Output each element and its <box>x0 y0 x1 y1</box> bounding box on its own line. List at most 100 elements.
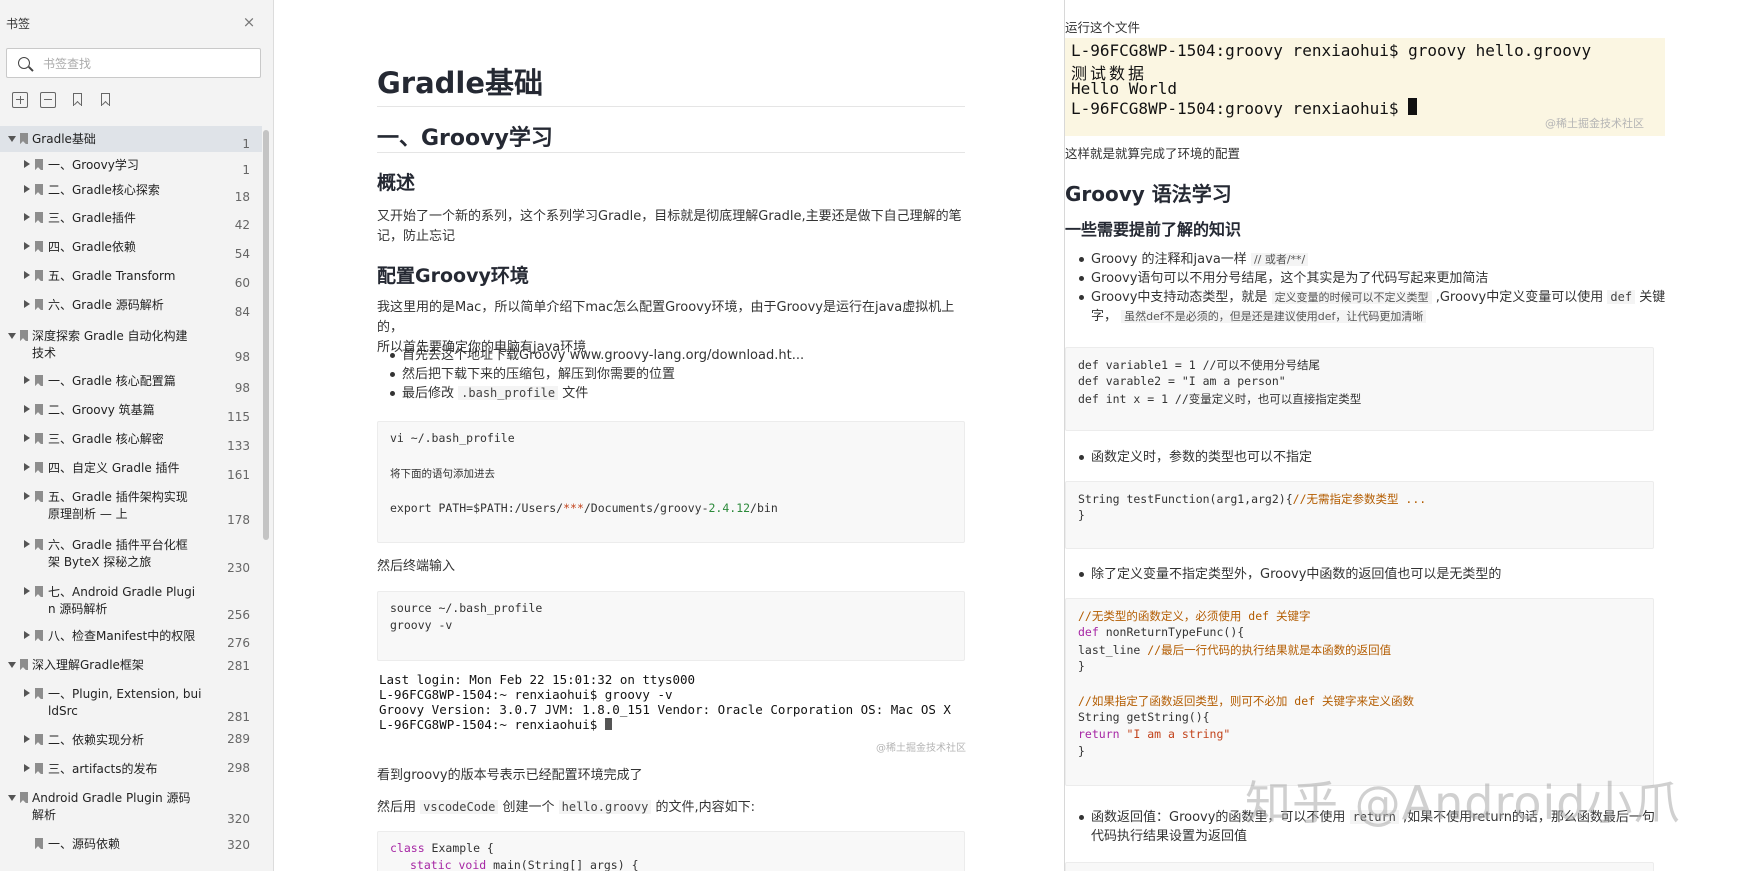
bookmark-item[interactable]: Gradle基础 1 <box>0 126 262 152</box>
code-block: def variable1 = 1 //可以不使用分号结尾 def varabl… <box>1065 347 1654 431</box>
paragraph: 又开始了一个新的系列，这个系列学习Gradle，目标就是彻底理解Gradle,主… <box>377 209 962 244</box>
bookmark-item[interactable]: 八、检查Manifest中的权限 276 <box>0 625 262 654</box>
expand-arrow-icon[interactable] <box>24 764 30 772</box>
bookmark-item[interactable]: 二、依赖实现分析 289 <box>0 729 262 758</box>
bookmark-item[interactable]: 一、源码依赖 320 <box>0 833 262 862</box>
bookmark-icon <box>35 241 43 252</box>
code-block: //无类型的函数定义，必须使用 def 关键字 def nonReturnTyp… <box>1065 598 1654 786</box>
expand-arrow-icon[interactable] <box>24 434 30 442</box>
bookmark-item[interactable]: 一、Gradle 核心配置篇 98 <box>0 370 262 399</box>
bookmark-item[interactable]: 一、Plugin, Extension, bui ldSrc 281 <box>0 683 262 729</box>
bookmark-item[interactable]: 三、Gradle 核心解密 133 <box>0 428 262 457</box>
document-page-left: Gradle基础 一、Groovy学习 概述 又开始了一个新的系列，这个系列学习… <box>275 0 1064 871</box>
expand-arrow-icon[interactable] <box>24 300 30 308</box>
paragraph: 看到groovy的版本号表示已经配置环境完成了 <box>377 768 643 783</box>
bookmark-item[interactable]: 五、Gradle Transform 60 <box>0 265 262 294</box>
section-heading: 一、Groovy学习 <box>377 126 553 151</box>
bookmark-item[interactable]: 一、Groovy学习 1 <box>0 152 262 178</box>
collapse-all-icon[interactable] <box>40 92 56 108</box>
bookmark-add-icon[interactable] <box>98 92 114 108</box>
bookmark-icon <box>35 159 43 170</box>
close-icon[interactable]: × <box>240 13 258 31</box>
subsection-heading: 一些需要提前了解的知识 <box>1065 220 1242 239</box>
bookmark-icon <box>35 184 43 195</box>
expand-all-icon[interactable] <box>12 92 28 108</box>
list-item: 最后修改 .bash_profile 文件 <box>388 384 978 403</box>
bookmark-search-input[interactable] <box>43 54 253 74</box>
expand-arrow-icon[interactable] <box>24 540 30 548</box>
bookmark-item[interactable]: 二、Gradle核心探索 18 <box>0 178 262 207</box>
bookmark-item[interactable]: 五、Gradle 插件架构实现 原理剖析 — 上 178 <box>0 486 262 532</box>
bookmark-item[interactable]: 深度探索 Gradle 自动化构建 技术 98 <box>0 323 262 370</box>
code-block <box>1065 862 1654 871</box>
bookmark-icon[interactable] <box>70 92 86 108</box>
list-item: 然后把下载下来的压缩包，解压到你需要的位置 <box>388 365 978 384</box>
terminal-cursor <box>604 718 612 730</box>
expand-arrow-icon[interactable] <box>24 405 30 413</box>
document-viewer: Gradle基础 一、Groovy学习 概述 又开始了一个新的系列，这个系列学习… <box>275 0 1756 871</box>
sidebar-header: 书签 × <box>0 0 273 44</box>
terminal-screenshot: L-96FCG8WP-1504:groovy renxiaohui$ groov… <box>1065 38 1665 136</box>
bookmark-icon <box>35 375 43 386</box>
bookmark-item[interactable]: 七、Android Gradle Plugi n 源码解析 256 <box>0 579 262 625</box>
divider <box>377 106 965 107</box>
bookmark-sidebar: 书签 × Gradle基础 1 一、Groovy学习 1 二、Gradle核心探… <box>0 0 274 871</box>
bookmark-item[interactable]: 四、自定义 Gradle 插件 161 <box>0 457 262 486</box>
code-block: source ~/.bash_profile groovy -v <box>377 591 965 661</box>
collapse-arrow-icon[interactable] <box>8 333 16 339</box>
subsection-heading: 配置Groovy环境 <box>377 265 529 287</box>
bookmark-icon <box>35 630 43 641</box>
bullet-list: 首先去这个地址下载Groovy www.groovy-lang.org/down… <box>388 346 978 403</box>
expand-arrow-icon[interactable] <box>24 631 30 639</box>
bookmark-item[interactable]: 四、Gradle依赖 54 <box>0 236 262 265</box>
list-item: 函数定义时，参数的类型也可以不指定 <box>1077 448 1756 467</box>
bookmark-item[interactable]: 二、Groovy 筑基篇 115 <box>0 399 262 428</box>
expand-arrow-icon[interactable] <box>24 376 30 384</box>
bookmark-item[interactable]: 深入理解Gradle框架 281 <box>0 654 262 683</box>
expand-arrow-icon[interactable] <box>24 160 30 168</box>
bookmark-icon <box>35 299 43 310</box>
download-link[interactable]: www.groovy-lang.org/download.ht... <box>570 348 805 363</box>
expand-arrow-icon[interactable] <box>24 689 30 697</box>
collapse-arrow-icon[interactable] <box>8 662 16 668</box>
expand-arrow-icon[interactable] <box>24 185 30 193</box>
expand-arrow-icon[interactable] <box>24 735 30 743</box>
sidebar-scrollbar[interactable] <box>263 130 269 540</box>
paragraph: 这样就是就算完成了环境的配置 <box>1065 146 1241 161</box>
sidebar-title: 书签 <box>6 17 31 31</box>
bookmark-item[interactable]: Android Gradle Plugin 源码 解析 320 <box>0 787 262 833</box>
expand-arrow-icon[interactable] <box>24 271 30 279</box>
bookmark-item[interactable]: 六、Gradle 源码解析 84 <box>0 294 262 323</box>
bookmark-icon <box>35 763 43 774</box>
bookmark-icon <box>35 539 43 550</box>
bookmark-icon <box>35 462 43 473</box>
list-item: 除了定义变量不指定类型外，Groovy中函数的返回值也可以是无类型的 <box>1077 565 1756 584</box>
expand-arrow-icon[interactable] <box>24 587 30 595</box>
code-block: vi ~/.bash_profile 将下面的语句添加进去 export PAT… <box>377 421 965 543</box>
bookmark-icon <box>20 792 28 803</box>
list-item: Groovy中支持动态类型，就是 定义变量的时候可以不定义类型 ,Groovy中… <box>1077 288 1756 326</box>
page-watermark: 知乎 @Android小爪 <box>1245 776 1681 830</box>
subsection-heading: 概述 <box>377 172 416 194</box>
divider <box>377 152 965 153</box>
bookmark-item[interactable]: 三、artifacts的发布 298 <box>0 758 262 787</box>
bookmark-item[interactable]: 六、Gradle 插件平台化框 架 ByteX 探秘之旅 230 <box>0 532 262 579</box>
code-block: String testFunction(arg1,arg2){//无需指定参数类… <box>1065 481 1654 549</box>
bookmark-icon <box>20 330 28 341</box>
expand-arrow-icon[interactable] <box>24 213 30 221</box>
collapse-arrow-icon[interactable] <box>8 136 16 142</box>
image-watermark: @稀土掘金技术社区 <box>1545 117 1644 130</box>
bookmark-icon <box>35 688 43 699</box>
expand-arrow-icon[interactable] <box>24 242 30 250</box>
bookmark-icon <box>35 838 43 849</box>
bookmark-search[interactable] <box>6 48 261 78</box>
expand-arrow-icon[interactable] <box>24 463 30 471</box>
expand-arrow-icon[interactable] <box>24 492 30 500</box>
bookmark-icon <box>35 404 43 415</box>
bookmark-icon <box>35 734 43 745</box>
collapse-arrow-icon[interactable] <box>8 795 16 801</box>
bookmark-icon <box>35 491 43 502</box>
terminal-cursor <box>1408 98 1418 115</box>
bookmark-item[interactable]: 三、Gradle插件 42 <box>0 207 262 236</box>
bookmark-icon <box>35 212 43 223</box>
